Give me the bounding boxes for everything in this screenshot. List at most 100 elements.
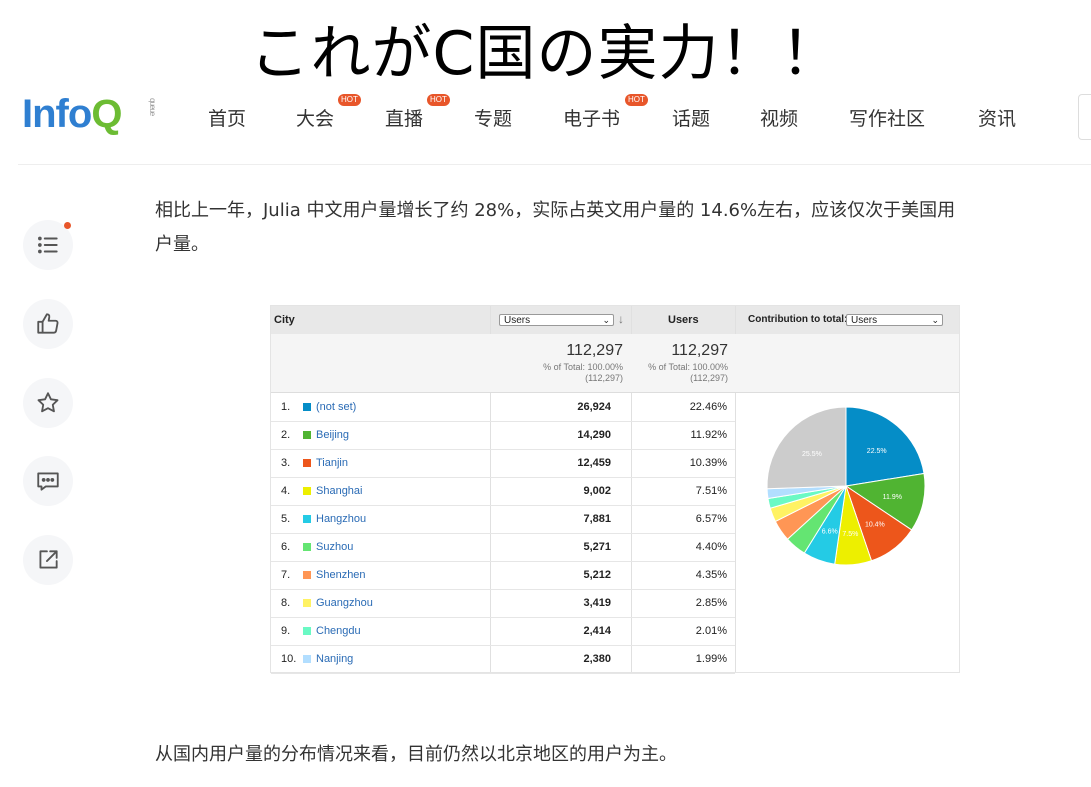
comment-button[interactable]	[23, 456, 73, 506]
row-index: 4.	[281, 485, 291, 497]
pie-slice-label: 11.9%	[883, 494, 902, 501]
pie-slice	[766, 406, 847, 490]
table-row[interactable]: 1. (not set) 26,924 22.46%	[271, 393, 735, 422]
nav-item-label: 专题	[474, 108, 513, 130]
row-users: 2,414	[583, 625, 611, 637]
metric-select[interactable]: Users ⌄	[499, 314, 614, 326]
pie-slice-label: 22.5%	[867, 448, 887, 455]
pie-slice-label: 10.4%	[865, 522, 885, 529]
table-row[interactable]: 8. Guangzhou 3,419 2.85%	[271, 589, 735, 618]
legend-swatch	[303, 459, 311, 467]
row-percent: 10.39%	[689, 457, 727, 469]
logo-text-q: Q	[91, 92, 122, 136]
total-pct-2: % of Total: 100.00%	[648, 362, 728, 372]
city-link[interactable]: Beijing	[316, 429, 349, 441]
nav-item-label: 首页	[208, 108, 247, 130]
article-paragraph-2: 从国内用户量的分布情况来看，目前仍然以北京地区的用户为主。	[155, 744, 677, 765]
legend-swatch	[303, 515, 311, 523]
table-row[interactable]: 4. Shanghai 9,002 7.51%	[271, 477, 735, 506]
table-row[interactable]: 6. Suzhou 5,271 4.40%	[271, 533, 735, 562]
header-city: City	[274, 314, 295, 326]
paragraph-line: 相比上一年，Julia 中文用户量增长了约 28%，实际占英文用户量的 14.6…	[155, 200, 956, 221]
nav-item-label: 直播	[385, 108, 424, 130]
row-users: 12,459	[577, 457, 611, 469]
legend-swatch	[303, 599, 311, 607]
chevron-down-icon: ⌄	[931, 315, 939, 325]
nav-item-subjects[interactable]: 话题	[672, 104, 710, 131]
like-button[interactable]	[23, 299, 73, 349]
city-link[interactable]: Chengdu	[316, 625, 361, 637]
legend-swatch	[303, 543, 311, 551]
row-percent: 4.40%	[695, 541, 727, 553]
legend-swatch	[303, 627, 311, 635]
nav-item-label: 电子书	[563, 108, 621, 130]
nav-item-news[interactable]: 资讯	[978, 104, 1016, 131]
hot-badge: HOT	[427, 94, 450, 106]
table-row[interactable]: 2. Beijing 14,290 11.92%	[271, 421, 735, 450]
header-contribution: Contribution to total:	[748, 314, 848, 325]
article-paragraph-1: 相比上一年，Julia 中文用户量增长了约 28%，实际占英文用户量的 14.6…	[155, 194, 955, 262]
table-row[interactable]: 7. Shenzhen 5,212 4.35%	[271, 561, 735, 590]
share-button[interactable]	[23, 535, 73, 585]
overlay-title: これがC国の実力！！	[249, 19, 842, 89]
nav-item-video[interactable]: 视频	[760, 104, 798, 131]
row-percent: 7.51%	[695, 485, 727, 497]
nav-item-topics[interactable]: 专题	[474, 104, 512, 131]
row-index: 8.	[281, 597, 291, 609]
sort-arrow-icon[interactable]: ↓	[618, 312, 624, 326]
row-percent: 2.01%	[695, 625, 727, 637]
logo-text-info: Info	[22, 92, 92, 136]
row-users: 5,212	[583, 569, 611, 581]
nav-item-home[interactable]: 首页	[208, 104, 246, 131]
city-link[interactable]: Suzhou	[316, 541, 353, 553]
row-percent: 22.46%	[689, 401, 727, 413]
table-row[interactable]: 5. Hangzhou 7,881 6.57%	[271, 505, 735, 534]
pie-slice	[845, 406, 925, 487]
row-index: 1.	[281, 401, 291, 413]
row-percent: 4.35%	[695, 569, 727, 581]
nav-edge-button[interactable]	[1078, 94, 1091, 140]
row-percent: 1.99%	[695, 653, 727, 665]
city-link[interactable]: Tianjin	[316, 457, 348, 469]
thumbs-up-icon	[37, 313, 59, 334]
pie-chart: 22.5% 11.9% 10.4% 7.5% 6.6% 25.5%	[766, 406, 926, 566]
favorite-button[interactable]	[23, 378, 73, 428]
analytics-table-image: City Users ⌄ ↓ Users Contribution to tota…	[270, 305, 960, 674]
row-users: 26,924	[577, 401, 611, 413]
legend-swatch	[303, 431, 311, 439]
paragraph-line: 户量。	[155, 234, 209, 255]
hot-badge: HOT	[625, 94, 648, 106]
list-icon	[38, 236, 58, 254]
nav-item-conference[interactable]: 大会 HOT	[296, 94, 361, 131]
table-row[interactable]: 3. Tianjin 12,459 10.39%	[271, 449, 735, 478]
row-users: 3,419	[583, 597, 611, 609]
nav-item-live[interactable]: 直播 HOT	[385, 94, 450, 131]
city-link[interactable]: Guangzhou	[316, 597, 373, 609]
comment-icon	[37, 472, 59, 491]
city-link[interactable]: Hangzhou	[316, 513, 366, 525]
city-link[interactable]: Shanghai	[316, 485, 363, 497]
city-link[interactable]: Shenzhen	[316, 569, 366, 581]
row-index: 6.	[281, 541, 291, 553]
legend-swatch	[303, 571, 311, 579]
row-index: 9.	[281, 625, 291, 637]
nav-item-label: 资讯	[978, 108, 1017, 130]
nav-item-writing-community[interactable]: 写作社区	[849, 104, 925, 131]
legend-swatch	[303, 487, 311, 495]
table-row[interactable]: 10. Nanjing 2,380 1.99%	[271, 645, 735, 674]
pie-slice-label: 7.5%	[842, 531, 858, 538]
contribution-select[interactable]: Users ⌄	[846, 314, 943, 326]
row-index: 3.	[281, 457, 291, 469]
nav-item-label: 视频	[760, 108, 799, 130]
table-row[interactable]: 9. Chengdu 2,414 2.01%	[271, 617, 735, 646]
total-users-2: 112,297	[671, 342, 728, 359]
nav-item-label: 大会	[296, 108, 335, 130]
nav-item-label: 话题	[672, 108, 711, 130]
city-link[interactable]: (not set)	[316, 401, 356, 413]
nav-item-ebooks[interactable]: 电子书 HOT	[563, 94, 648, 131]
row-index: 5.	[281, 513, 291, 525]
city-link[interactable]: Nanjing	[316, 653, 353, 665]
row-users: 7,881	[583, 513, 611, 525]
row-users: 9,002	[583, 485, 611, 497]
infoq-logo[interactable]: InfoQ queue	[22, 92, 157, 137]
